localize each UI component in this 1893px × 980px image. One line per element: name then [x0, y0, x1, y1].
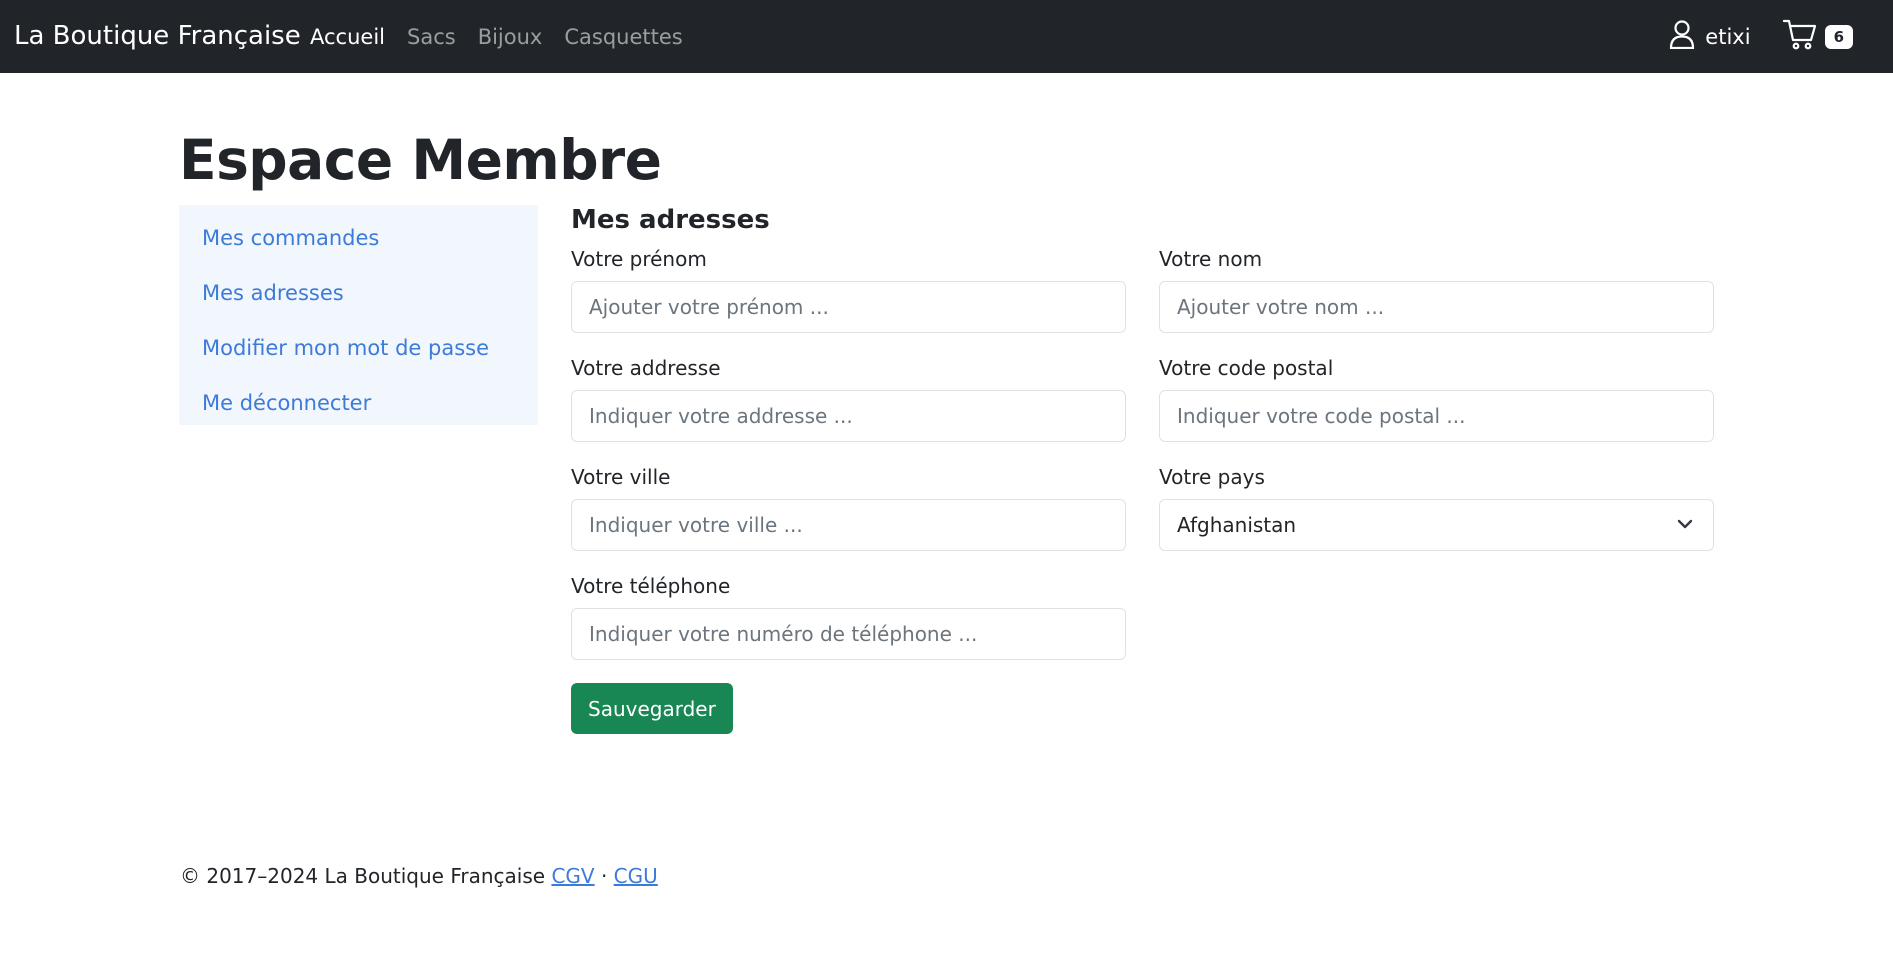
- sidebar-item-orders[interactable]: Mes commandes: [179, 217, 538, 272]
- sidebar-item-change-password[interactable]: Modifier mon mot de passe: [179, 327, 538, 382]
- country-label: Votre pays: [1159, 465, 1265, 489]
- firstname-label: Votre prénom: [571, 247, 707, 271]
- brand-link[interactable]: La Boutique Française: [14, 0, 301, 73]
- user-icon: [1669, 19, 1695, 54]
- address-label: Votre addresse: [571, 356, 721, 380]
- postal-group: Votre code postal: [1159, 356, 1714, 442]
- cgv-link[interactable]: CGV: [551, 864, 594, 888]
- address-input[interactable]: [571, 390, 1126, 442]
- username: etixi: [1705, 24, 1751, 49]
- city-label: Votre ville: [571, 465, 671, 489]
- cart-link[interactable]: 6: [1782, 19, 1853, 55]
- main-nav: Accueil Sacs Bijoux Casquettes: [310, 0, 683, 73]
- country-select[interactable]: Afghanistan: [1159, 499, 1714, 551]
- cart-count-badge: 6: [1824, 24, 1853, 49]
- user-account-link[interactable]: etixi: [1669, 19, 1751, 54]
- form-title: Mes adresses: [571, 205, 770, 235]
- page-title: Espace Membre: [179, 128, 662, 192]
- chevron-down-icon: [1676, 515, 1694, 537]
- sidebar-item-addresses[interactable]: Mes adresses: [179, 272, 538, 327]
- postal-label: Votre code postal: [1159, 356, 1334, 380]
- lastname-group: Votre nom: [1159, 247, 1714, 333]
- nav-right: etixi 6: [1669, 0, 1853, 73]
- footer-copyright: © 2017–2024 La Boutique Française: [180, 864, 546, 888]
- cgu-link[interactable]: CGU: [614, 864, 658, 888]
- phone-group: Votre téléphone: [571, 574, 1126, 660]
- country-group: Votre pays Afghanistan: [1159, 465, 1714, 551]
- phone-input[interactable]: [571, 608, 1126, 660]
- footer-separator: ·: [600, 864, 608, 888]
- firstname-input[interactable]: [571, 281, 1126, 333]
- footer: © 2017–2024 La Boutique Française CGV · …: [180, 864, 658, 888]
- city-group: Votre ville: [571, 465, 1126, 551]
- cart-icon: [1782, 19, 1817, 55]
- address-group: Votre addresse: [571, 356, 1126, 442]
- form-grid: Votre prénom Votre nom Votre addresse Vo…: [571, 247, 1714, 660]
- address-form: Mes adresses Votre prénom Votre nom Votr…: [571, 205, 1714, 734]
- postal-input[interactable]: [1159, 390, 1714, 442]
- nav-link-bijoux[interactable]: Bijoux: [478, 25, 543, 49]
- save-button[interactable]: Sauvegarder: [571, 683, 733, 734]
- top-navbar: La Boutique Française Accueil Sacs Bijou…: [0, 0, 1893, 73]
- country-select-value: Afghanistan: [1159, 499, 1714, 551]
- phone-label: Votre téléphone: [571, 574, 731, 598]
- firstname-group: Votre prénom: [571, 247, 1126, 333]
- nav-link-casquettes[interactable]: Casquettes: [564, 25, 682, 49]
- lastname-input[interactable]: [1159, 281, 1714, 333]
- sidebar-item-logout[interactable]: Me déconnecter: [179, 382, 538, 437]
- nav-link-sacs[interactable]: Sacs: [407, 25, 456, 49]
- city-input[interactable]: [571, 499, 1126, 551]
- lastname-label: Votre nom: [1159, 247, 1263, 271]
- member-sidebar: Mes commandes Mes adresses Modifier mon …: [179, 205, 538, 425]
- nav-link-accueil[interactable]: Accueil: [310, 25, 385, 49]
